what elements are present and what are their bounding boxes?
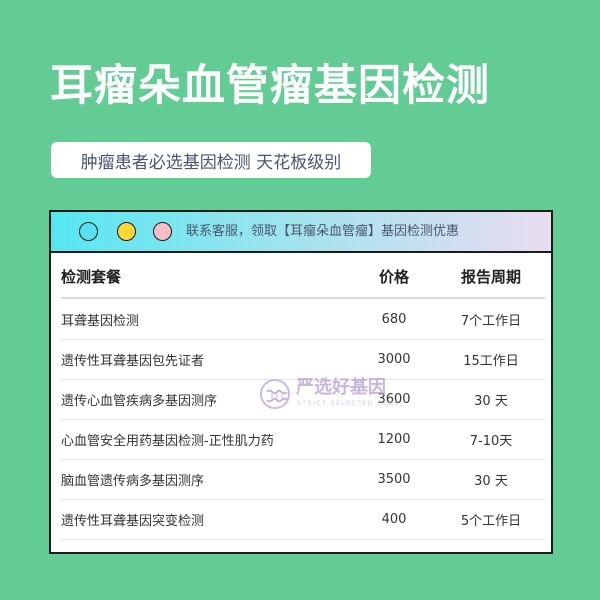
price-value: 400 [381,512,407,527]
report-period: 5个工作日 [460,514,522,529]
package-name: 遗传性耳聋基因包先证者 [61,354,205,369]
table-row: 耳聋基因检测 680 7个工作日 [61,300,545,340]
table-row: 遗传性耳聋基因包先证者 3000 15工作日 [61,340,545,380]
table-row: 遗传性耳聋基因突变检测 400 5个工作日 [61,500,545,540]
package-name: 耳聋基因检测 [61,314,140,329]
report-period: 7个工作日 [460,314,522,329]
table-header: 检测套餐 价格 报告周期 [61,255,545,299]
package-name: 遗传性耳聋基因突变检测 [61,514,205,529]
promo-text[interactable]: 联系客服，领取【耳瘤朵血管瘤】基因检测优惠 [186,212,459,251]
browser-window: 联系客服，领取【耳瘤朵血管瘤】基因检测优惠 检测套餐 价格 报告周期 耳聋基因检… [49,210,553,554]
price-value: 3000 [377,352,411,367]
price-table: 检测套餐 价格 报告周期 耳聋基因检测 680 7个工作日 遗传性耳聋基因包先证… [51,253,551,552]
yellow-dot-icon[interactable] [117,222,136,241]
subtitle-badge: 肿瘤患者必选基因检测 天花板级别 [51,142,371,178]
subtitle-text: 肿瘤患者必选基因检测 天花板级别 [80,152,342,173]
price-value: 3600 [377,392,411,407]
window-titlebar: 联系客服，领取【耳瘤朵血管瘤】基因检测优惠 [51,212,551,253]
table-row: 脑血管遗传病多基因测序 3500 30 天 [61,460,545,500]
pink-dot-icon[interactable] [153,222,172,241]
header-package: 检测套餐 [61,267,122,286]
cyan-dot-icon[interactable] [79,222,98,241]
report-period: 7-10天 [469,434,513,449]
price-value: 3500 [377,472,411,487]
report-period: 30 天 [474,394,508,409]
price-value: 680 [381,312,407,327]
package-name: 脑血管遗传病多基因测序 [61,474,205,489]
table-row: 心血管安全用药基因检测-正性肌力药 1200 7-10天 [61,420,545,460]
report-period: 30 天 [474,474,508,489]
package-name: 遗传心血管疾病多基因测序 [61,394,218,409]
table-row: 遗传心血管疾病多基因测序 3600 30 天 [61,380,545,420]
header-report-period: 报告周期 [460,267,521,286]
package-name: 心血管安全用药基因检测-正性肌力药 [61,434,274,449]
header-price: 价格 [378,267,409,286]
report-period: 15工作日 [463,354,519,369]
page-title: 耳瘤朵血管瘤基因检测 [50,61,490,111]
price-value: 1200 [377,432,411,447]
